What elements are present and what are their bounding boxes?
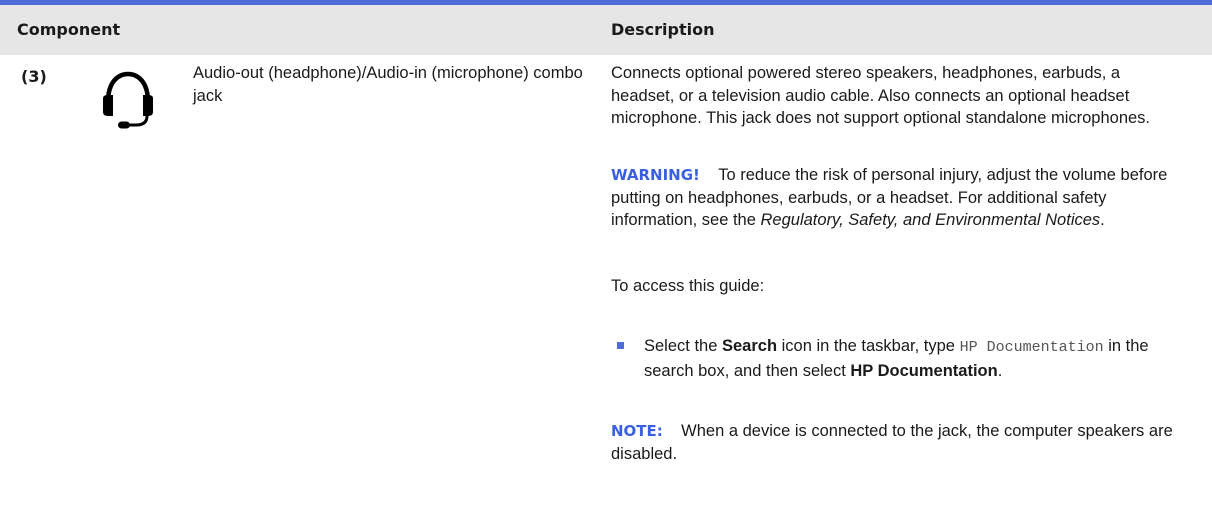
warning-doc-title: Regulatory, Safety, and Environmental No…	[760, 211, 1101, 229]
bullet-text: Select the Search icon in the taskbar, t…	[644, 335, 1184, 382]
component-name: Audio-out (headphone)/Audio-in (micropho…	[193, 64, 583, 105]
bullet-t2: icon in the taskbar, type	[781, 337, 955, 355]
header-component: Component	[17, 20, 121, 39]
bullet-marker	[617, 342, 624, 349]
table-header: Component Description	[0, 5, 1212, 55]
bullet-search-term: Search	[721, 337, 778, 355]
note-label: NOTE:	[611, 422, 663, 440]
note: NOTE: When a device is connected to the …	[611, 420, 1181, 465]
description-paragraph: Connects optional powered stereo speaker…	[611, 64, 1151, 127]
bullet-t1: Select the	[644, 337, 718, 355]
bullet-app-name: HP Documentation	[850, 361, 998, 380]
headset-icon	[103, 71, 153, 129]
warning-note: WARNING! To reduce the risk of personal …	[611, 164, 1181, 232]
header-description: Description	[611, 20, 715, 39]
warning-end: .	[1100, 211, 1105, 229]
note-text: When a device is connected to the jack, …	[611, 422, 1173, 463]
access-intro: To access this guide:	[611, 277, 765, 295]
bullet-typed-text: HP Documentation	[959, 339, 1104, 356]
bullet-t4: .	[997, 361, 1003, 380]
callout-number: (3)	[21, 67, 47, 86]
warning-label: WARNING!	[611, 166, 700, 184]
